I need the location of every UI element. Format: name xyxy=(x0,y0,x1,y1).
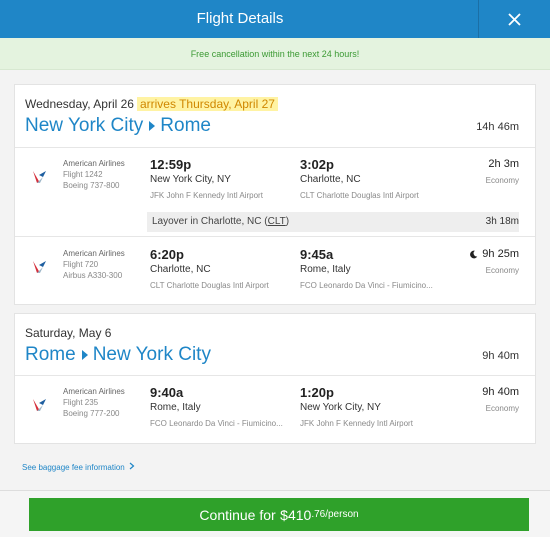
flight-segment: American Airlines Flight 235 Boeing 777-… xyxy=(15,383,535,439)
arrival-info: 9:45a Rome, Italy FCO Leonardo Da Vinci … xyxy=(300,247,440,290)
close-icon xyxy=(508,12,521,26)
segment-duration-info: 2h 3m Economy xyxy=(486,158,519,185)
departure-airport: JFK John F Kennedy Intl Airport xyxy=(150,191,263,200)
airline-name: American Airlines xyxy=(63,249,125,258)
route-origin: New York City xyxy=(25,115,144,136)
arrival-airport: CLT Charlotte Douglas Intl Airport xyxy=(300,191,419,200)
price-dollars: $410 xyxy=(280,506,312,523)
cabin-class: Economy xyxy=(485,176,519,185)
close-button[interactable] xyxy=(478,0,550,38)
departure-city: New York City, NY xyxy=(150,174,231,185)
price-per-person: /person xyxy=(325,509,359,520)
arrival-time: 3:02p xyxy=(300,157,334,172)
route-origin: Rome xyxy=(25,344,76,365)
segment-duration-info: 9h 25m Economy xyxy=(469,248,519,275)
layover-label: Layover in Charlotte, NC (CLT) xyxy=(152,216,290,227)
segment-duration: 2h 3m xyxy=(488,158,519,170)
route-destination: New York City xyxy=(92,344,211,365)
return-route: Rome New York City xyxy=(25,344,211,366)
american-airlines-logo-icon xyxy=(33,171,46,183)
airline-name: American Airlines xyxy=(63,387,125,396)
return-date: Saturday, May 6 xyxy=(25,326,112,340)
outbound-trip-card: Wednesday, April 26 arrives Thursday, Apr… xyxy=(14,84,536,305)
flight-segment: American Airlines Flight 1242 Boeing 737… xyxy=(15,155,535,211)
aircraft-type: Airbus A330-300 xyxy=(63,271,123,280)
aircraft-type: Boeing 777-200 xyxy=(63,409,120,418)
airline-info: American Airlines Flight 720 Airbus A330… xyxy=(63,248,125,281)
overnight-moon-icon xyxy=(470,250,478,258)
return-trip-card: Saturday, May 6 Rome New York City 9h 40… xyxy=(14,313,536,444)
layover-airport-code[interactable]: CLT xyxy=(268,216,286,227)
baggage-fee-label: See baggage fee information xyxy=(22,463,125,472)
outbound-date-line: Wednesday, April 26 arrives Thursday, Apr… xyxy=(25,97,278,111)
airline-name: American Airlines xyxy=(63,159,125,168)
segment-duration-info: 9h 40m Economy xyxy=(482,386,519,413)
baggage-fee-link[interactable]: See baggage fee information xyxy=(22,462,135,472)
flight-number: Flight 1242 xyxy=(63,170,103,179)
arrival-info: 3:02p Charlotte, NC CLT Charlotte Dougla… xyxy=(300,157,440,200)
continue-button[interactable]: Continue for $410.76/person xyxy=(29,498,529,531)
departure-time: 6:20p xyxy=(150,247,184,262)
layover-duration: 3h 18m xyxy=(485,216,519,227)
divider xyxy=(15,147,535,148)
outbound-route: New York City Rome xyxy=(25,115,211,137)
free-cancellation-banner: Free cancellation within the next 24 hou… xyxy=(0,38,550,70)
arrival-city: New York City, NY xyxy=(300,402,381,413)
flight-segment: American Airlines Flight 720 Airbus A330… xyxy=(15,245,535,301)
arrival-time: 9:45a xyxy=(300,247,334,262)
flight-number: Flight 235 xyxy=(63,398,99,407)
departure-city: Rome, Italy xyxy=(150,402,201,413)
departure-time: 9:40a xyxy=(150,385,184,400)
dialog-header: Flight Details xyxy=(0,0,550,38)
return-total-duration: 9h 40m xyxy=(482,350,519,362)
cabin-class: Economy xyxy=(485,266,519,275)
american-airlines-logo-icon xyxy=(33,399,46,411)
departure-time: 12:59p xyxy=(150,157,192,172)
dialog-title: Flight Details xyxy=(196,10,284,27)
chevron-right-icon xyxy=(129,462,135,470)
arrival-airport: FCO Leonardo Da Vinci - Fiumicino... xyxy=(300,281,433,290)
outbound-date: Wednesday, April 26 xyxy=(25,97,134,111)
airline-info: American Airlines Flight 1242 Boeing 737… xyxy=(63,158,125,191)
segment-duration: 9h 40m xyxy=(482,386,519,398)
airline-info: American Airlines Flight 235 Boeing 777-… xyxy=(63,386,125,419)
departure-info: 12:59p New York City, NY JFK John F Kenn… xyxy=(150,157,290,200)
layover-bar: Layover in Charlotte, NC (CLT) 3h 18m xyxy=(147,212,519,232)
divider xyxy=(15,375,535,376)
segment-duration: 9h 25m xyxy=(482,248,519,260)
cabin-class: Economy xyxy=(485,404,519,413)
arrives-next-day-badge: arrives Thursday, April 27 xyxy=(136,97,278,111)
arrival-airport: JFK John F Kennedy Intl Airport xyxy=(300,419,413,428)
departure-airport: FCO Leonardo Da Vinci - Fiumicino... xyxy=(150,419,283,428)
route-arrow-icon xyxy=(81,350,88,360)
american-airlines-logo-icon xyxy=(33,261,46,273)
aircraft-type: Boeing 737-800 xyxy=(63,181,120,190)
route-destination: Rome xyxy=(160,115,211,136)
divider xyxy=(15,236,535,237)
arrival-info: 1:20p New York City, NY JFK John F Kenne… xyxy=(300,385,440,428)
departure-info: 9:40a Rome, Italy FCO Leonardo Da Vinci … xyxy=(150,385,290,428)
flight-number: Flight 720 xyxy=(63,260,99,269)
arrival-time: 1:20p xyxy=(300,385,334,400)
arrival-city: Charlotte, NC xyxy=(300,174,361,185)
price-cents: .76 xyxy=(311,509,326,520)
departure-airport: CLT Charlotte Douglas Intl Airport xyxy=(150,281,269,290)
departure-city: Charlotte, NC xyxy=(150,264,211,275)
segment-duration-row: 9h 25m xyxy=(469,248,519,260)
outbound-total-duration: 14h 46m xyxy=(476,121,519,133)
departure-info: 6:20p Charlotte, NC CLT Charlotte Dougla… xyxy=(150,247,290,290)
continue-label: Continue for xyxy=(199,506,276,523)
arrival-city: Rome, Italy xyxy=(300,264,351,275)
route-arrow-icon xyxy=(149,121,156,131)
